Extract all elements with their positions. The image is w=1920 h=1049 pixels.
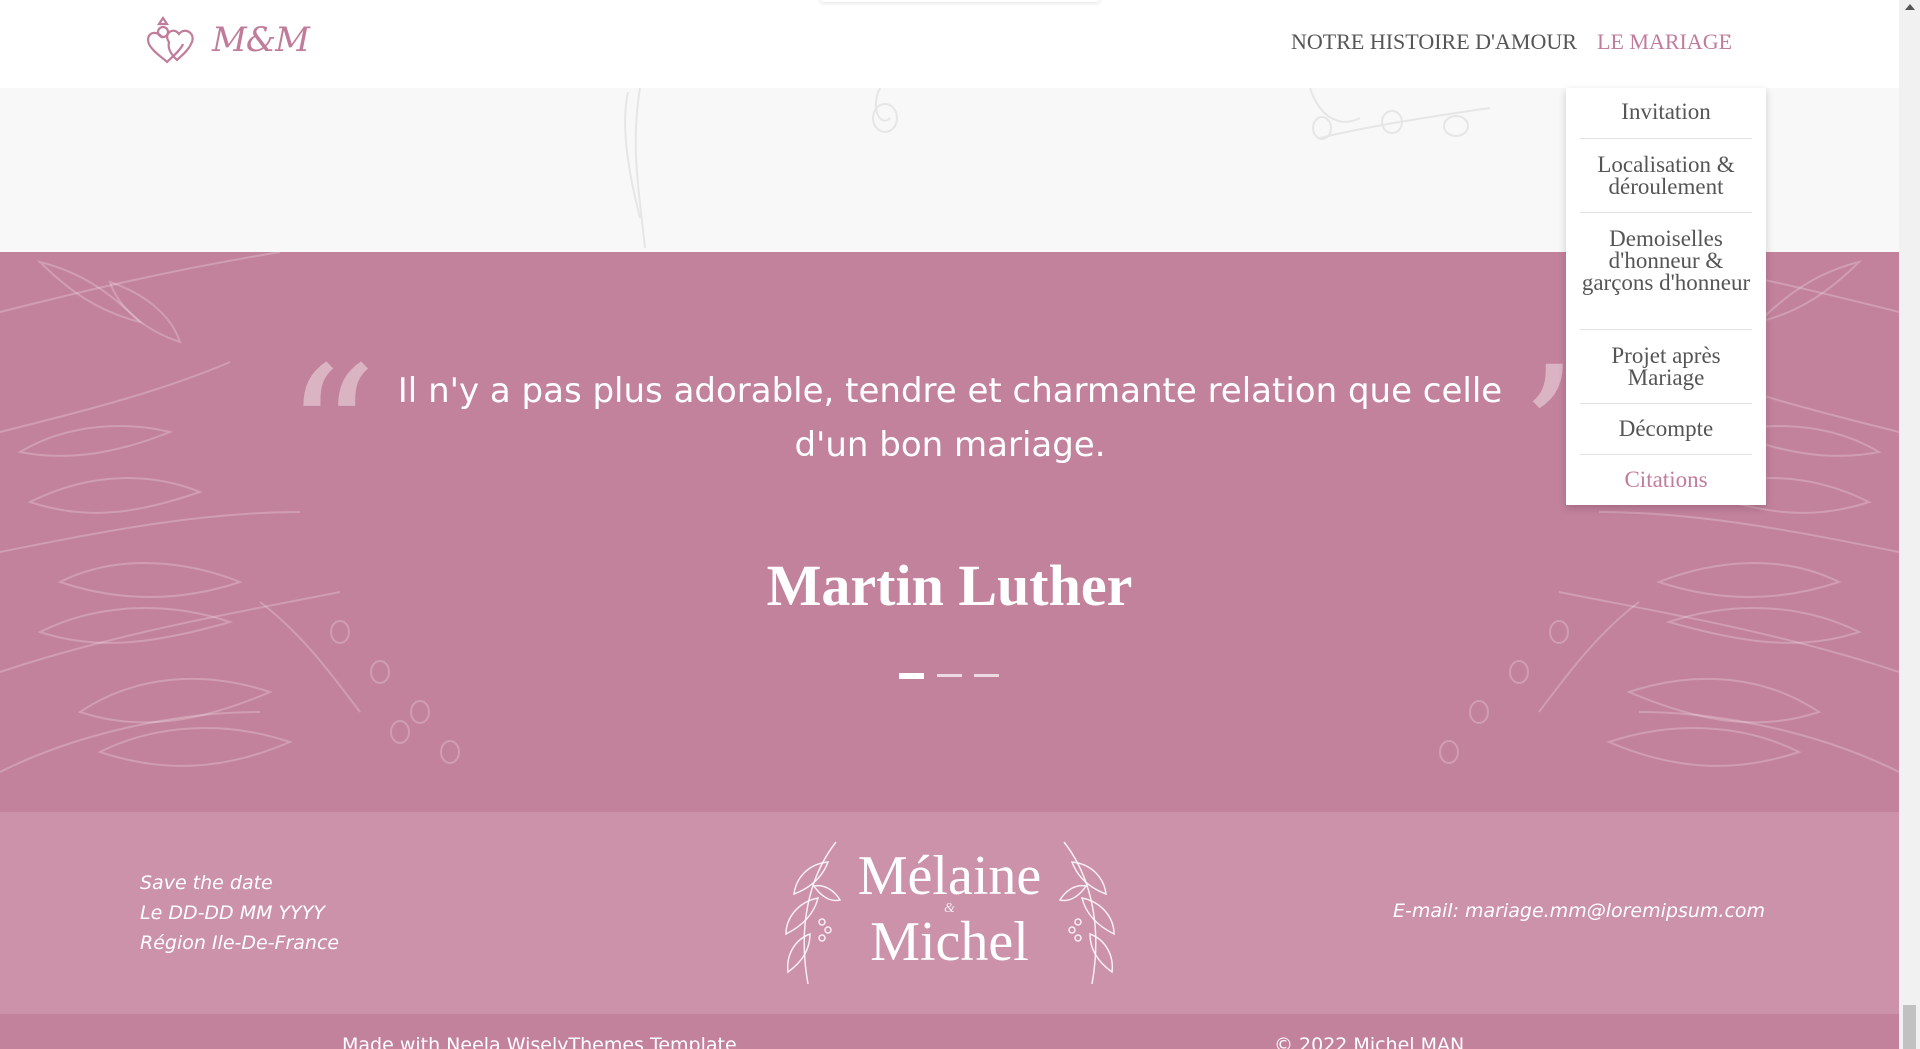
open-quote-icon: “ <box>285 329 378 538</box>
nav-le-mariage[interactable]: LE MARIAGE <box>1597 29 1732 55</box>
carousel-dot-1[interactable] <box>899 673 924 679</box>
dropdown-item-decompte[interactable]: Décompte <box>1580 404 1752 455</box>
chevron-down-icon[interactable]: ˇ <box>1726 34 1732 48</box>
scroll-up-arrow-icon[interactable] <box>1905 4 1915 10</box>
wreath-right-icon <box>1058 841 1115 985</box>
dropdown-item-invitation[interactable]: Invitation <box>1580 88 1752 139</box>
quote-author: Martin Luther <box>766 553 1133 618</box>
made-with-credit[interactable]: Made with Neela WiselyThemes Template <box>342 1034 737 1049</box>
carousel-dot-3[interactable] <box>974 674 999 677</box>
dropdown-item-projet[interactable]: Projet après Mariage <box>1580 330 1752 404</box>
dropdown-item-citations[interactable]: Citations <box>1580 455 1752 505</box>
logo-text: M&M <box>212 20 310 60</box>
logo-link[interactable]: M&M <box>143 12 310 74</box>
email-link[interactable]: E-mail: mariage.mm@loremipsum.com <box>1393 900 1765 922</box>
carousel-dot-2[interactable] <box>937 674 962 677</box>
floating-tab <box>820 0 1100 2</box>
dropdown-item-demoiselles[interactable]: Demoiselles d'honneur & garçons d'honneu… <box>1580 213 1752 330</box>
site-header: M&M NOTRE HISTOIRE D'AMOUR LE MARIAGE ˇ <box>0 0 1899 88</box>
le-mariage-dropdown: Invitation Localisation & déroulement De… <box>1566 88 1766 505</box>
interlocked-hearts-ring-icon <box>147 16 194 64</box>
dropdown-item-localisation[interactable]: Localisation & déroulement <box>1580 139 1752 213</box>
footer: Save the date Le DD-DD MM YYYY Région Il… <box>0 812 1899 1014</box>
page-scrollbar[interactable] <box>1899 0 1920 1049</box>
nav-notre-histoire[interactable]: NOTRE HISTOIRE D'AMOUR <box>1291 29 1577 55</box>
footer-bottom-bar: Made with Neela WiselyThemes Template © … <box>0 1014 1899 1049</box>
quote-text: Il n'y a pas plus adorable, tendre et ch… <box>397 371 1503 465</box>
copyright: © 2022 Michel MAN <box>1274 1034 1465 1049</box>
leaves-left-decoration <box>0 252 460 773</box>
name-first: Mélaine <box>857 845 1042 907</box>
scroll-thumb[interactable] <box>1903 1005 1916 1049</box>
